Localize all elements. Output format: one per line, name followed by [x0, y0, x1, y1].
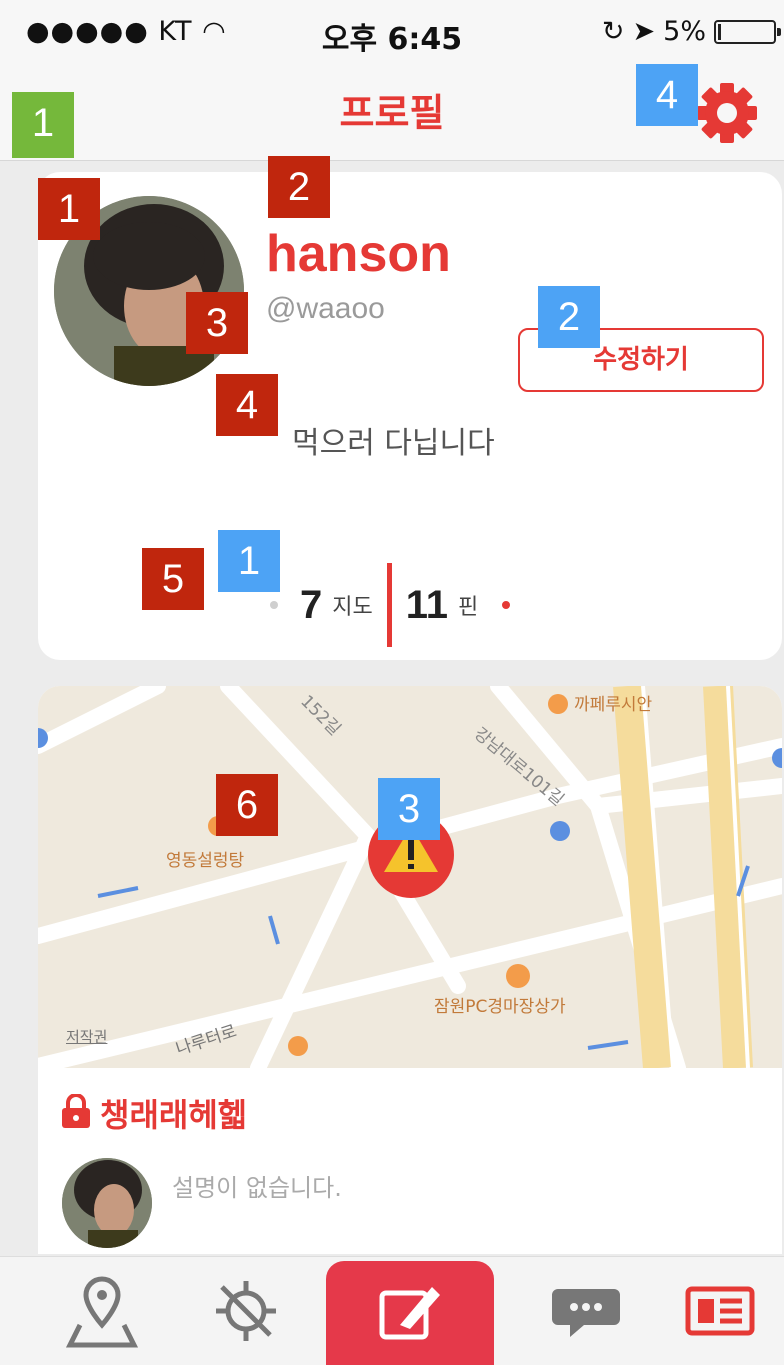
annotation-badge-green-1: 1: [12, 92, 74, 158]
chat-icon[interactable]: [546, 1271, 626, 1351]
map-description: 설명이 없습니다.: [172, 1174, 342, 1202]
annotation-badge-red-5: 5: [142, 548, 204, 610]
annotation-badge-red-2: 2: [268, 156, 330, 218]
annotation-badge-blue-3: 3: [378, 778, 440, 840]
location-arrow-icon: ➤: [632, 16, 656, 47]
annotation-badge-red-3: 3: [186, 292, 248, 354]
author-avatar[interactable]: [62, 1158, 152, 1248]
map-label-restaurant: 영동설렁탕: [166, 851, 245, 871]
maps-count[interactable]: 7: [300, 583, 322, 628]
annotation-badge-red-6: 6: [216, 774, 278, 836]
tab-bar: [0, 1256, 784, 1365]
profile-stats: 7 지도 11 핀: [270, 562, 511, 648]
map-label-cafe: 까페루시안: [574, 695, 653, 715]
map-pin-icon[interactable]: [62, 1271, 142, 1351]
stat-dot: [270, 601, 278, 609]
annotation-badge-blue-2: 2: [538, 286, 600, 348]
status-bar: ●●●●● KT ◠ 오후 6:45 ↻ ➤ 5%: [0, 0, 784, 64]
profile-card-icon[interactable]: [680, 1271, 760, 1351]
lock-icon: [62, 1094, 90, 1128]
map-view[interactable]: 까페루시안 강남대로101길 152길 영동설렁탕 잠원PC경마장상가 나루터로…: [38, 686, 782, 1076]
pins-count[interactable]: 11: [406, 583, 448, 628]
map-legal-link[interactable]: 저작권: [66, 1026, 107, 1047]
compass-icon[interactable]: [206, 1271, 286, 1351]
map-card[interactable]: 까페루시안 강남대로101길 152길 영동설렁탕 잠원PC경마장상가 나루터로…: [38, 686, 782, 1254]
stats-divider: [386, 563, 392, 647]
pins-label: 핀: [458, 595, 479, 620]
settings-gear-icon[interactable]: [692, 78, 762, 148]
write-icon: [379, 1287, 440, 1340]
avatar-photo-icon: [62, 1158, 152, 1248]
annotation-badge-red-4: 4: [216, 374, 278, 436]
notification-dot: [502, 601, 511, 609]
battery-percent: 5%: [663, 16, 706, 47]
tab-write[interactable]: [326, 1261, 494, 1365]
profile-bio: 먹으러 다닙니다: [292, 426, 495, 461]
profile-handle: @waaoo: [266, 292, 385, 325]
profile-name: hanson: [266, 225, 451, 283]
annotation-badge-blue-1: 1: [218, 530, 280, 592]
annotation-badge-red-1: 1: [38, 178, 100, 240]
battery-icon: [714, 19, 781, 44]
maps-label: 지도: [332, 595, 373, 620]
map-title[interactable]: 챙래래헤헯: [100, 1090, 247, 1136]
annotation-badge-blue-4: 4: [636, 64, 698, 126]
status-right: ↻ ➤ 5%: [601, 16, 781, 47]
rotation-lock-icon: ↻: [601, 16, 625, 47]
map-label-pc: 잠원PC경마장상가: [434, 997, 566, 1017]
